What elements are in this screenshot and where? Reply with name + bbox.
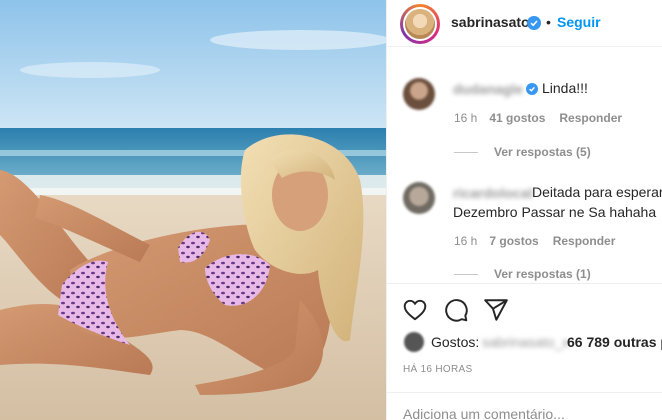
reply-button[interactable]: Responder [553,234,616,248]
replies-divider [454,274,478,276]
post-side-panel: sabrinasato • Seguir dudanagle Linda!!! … [386,0,662,420]
view-replies-label: Ver respostas (5) [494,145,591,159]
likes-label: Gostos: [431,334,480,350]
reply-button[interactable]: Responder [559,111,622,125]
comment-text: Linda!!! [542,80,588,96]
comment-time[interactable]: 16 h [454,234,477,248]
action-bar [387,283,662,323]
comment-meta: 16 h 7 gostos Responder [454,234,615,248]
comment-meta: 16 h 41 gostos Responder [454,111,622,125]
add-comment-bar [387,392,662,420]
comment-bubble-icon[interactable] [443,297,469,323]
post-photo [0,0,386,420]
comment-text-line1: Deitada para esperar [532,184,662,200]
view-replies-label: Ver respostas (1) [494,267,591,281]
comment-username[interactable]: dudanagle [453,81,523,97]
liker-avatar[interactable] [404,332,424,352]
follow-button[interactable]: Seguir [557,14,601,30]
view-replies-button[interactable]: Ver respostas (1) [454,267,591,281]
comment-avatar[interactable] [403,182,435,214]
header-separator: • [546,14,551,30]
add-comment-input[interactable] [403,405,653,420]
comment-avatar[interactable] [403,78,435,110]
comment-username[interactable]: ricardolocal [453,185,532,201]
paper-plane-icon[interactable] [483,297,509,323]
view-replies-button[interactable]: Ver respostas (5) [454,145,591,159]
likes-summary: Gostos: sabrinasato_x 66 789 outras p [387,330,662,354]
author-avatar[interactable] [400,4,440,44]
comment-text-line2: Dezembro Passar ne Sa hahaha [453,204,657,220]
post-header: sabrinasato • Seguir [387,0,662,47]
beach-photo [0,0,386,420]
heart-icon[interactable] [402,297,428,323]
verified-badge-icon [527,16,541,30]
comment-likes[interactable]: 7 gostos [489,234,538,248]
author-username[interactable]: sabrinasato [451,14,530,30]
liker-username[interactable]: sabrinasato_x [482,334,569,350]
verified-badge-icon [526,83,538,95]
likes-others-count[interactable]: 66 789 outras p [567,334,662,350]
replies-divider [454,152,478,154]
author-avatar-image [403,7,437,41]
comment-likes[interactable]: 41 gostos [489,111,545,125]
comment-time[interactable]: 16 h [454,111,477,125]
post-timestamp[interactable]: HÁ 16 HORAS [403,364,472,375]
